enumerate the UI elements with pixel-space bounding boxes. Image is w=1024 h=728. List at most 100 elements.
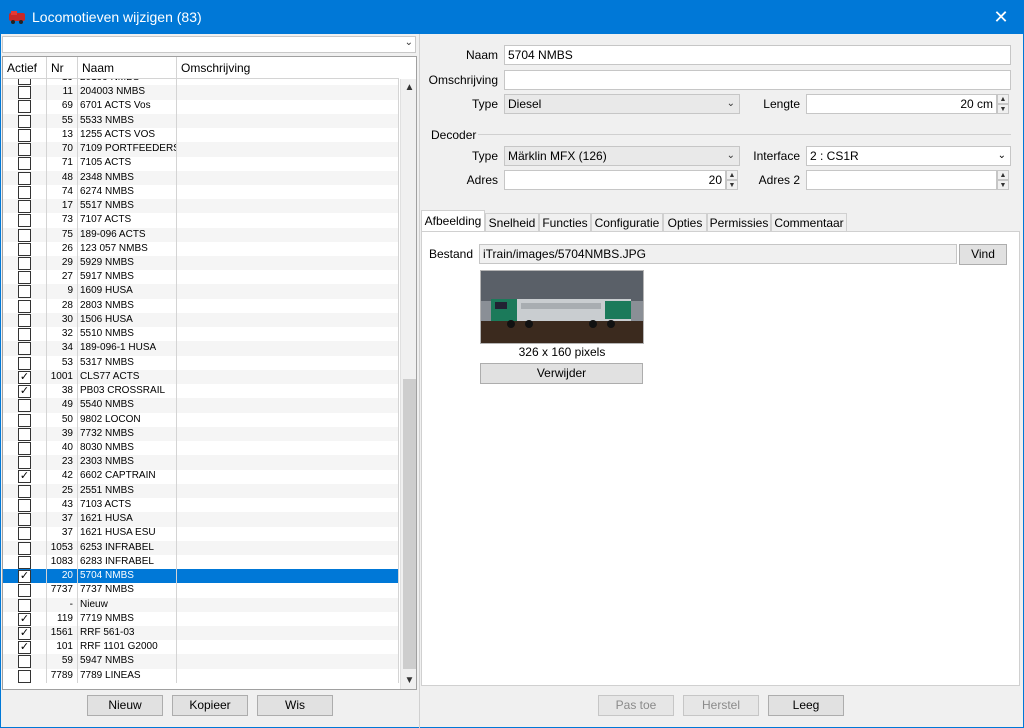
description-input[interactable] [504, 70, 1011, 90]
actief-checkbox[interactable] [18, 498, 31, 512]
table-row[interactable]: 25 2551 NMBS [3, 483, 399, 499]
actief-checkbox[interactable]: ✓ [18, 612, 31, 626]
apply-button[interactable]: Pas toe [598, 695, 674, 716]
actief-checkbox[interactable]: ✓ [18, 641, 31, 655]
table-row[interactable]: 74 6274 NMBS [3, 184, 399, 200]
new-button[interactable]: Nieuw [87, 695, 163, 716]
table-row[interactable]: ✓ 42 6602 CAPTRAIN [3, 469, 399, 484]
actief-checkbox[interactable]: ✓ [18, 626, 31, 640]
tab-configuratie[interactable]: Configuratie [591, 213, 663, 232]
actief-checkbox[interactable] [18, 214, 31, 228]
actief-checkbox[interactable] [18, 143, 31, 157]
table-row[interactable]: 71 7105 ACTS [3, 156, 399, 171]
actief-checkbox[interactable] [18, 114, 31, 128]
table-row[interactable]: 30 1506 HUSA [3, 312, 399, 328]
table-row[interactable]: 26 123 057 NMBS [3, 241, 399, 257]
table-row[interactable]: ✓ 101 RRF 1101 G2000 [3, 640, 399, 655]
table-row[interactable]: 39 7732 NMBS [3, 426, 399, 442]
actief-checkbox[interactable] [18, 313, 31, 327]
table-row[interactable]: - Nieuw [3, 597, 399, 612]
table-row[interactable]: 13 1255 ACTS VOS [3, 127, 399, 143]
actief-checkbox[interactable] [18, 171, 31, 185]
actief-checkbox[interactable] [18, 441, 31, 455]
actief-checkbox[interactable] [18, 299, 31, 313]
remove-image-button[interactable]: Verwijder [480, 363, 643, 384]
table-row[interactable]: 48 2348 NMBS [3, 170, 399, 185]
spinner-down-icon[interactable]: ▼ [997, 180, 1009, 190]
decoder-type-select[interactable]: Märklin MFX (126) ⌄ [504, 146, 740, 166]
table-row[interactable]: 53 5317 NMBS [3, 355, 399, 370]
actief-checkbox[interactable] [18, 285, 31, 299]
length-spinner[interactable]: ▲ ▼ [997, 94, 1009, 114]
actief-checkbox[interactable]: ✓ [18, 470, 31, 484]
actief-checkbox[interactable] [18, 271, 31, 285]
actief-checkbox[interactable] [18, 79, 31, 85]
address2-spinner[interactable]: ▲ ▼ [997, 170, 1009, 190]
tab-opties[interactable]: Opties [663, 213, 707, 232]
table-row[interactable]: ✓ 1001 CLS77 ACTS [3, 369, 399, 385]
actief-checkbox[interactable] [18, 513, 31, 527]
file-path-field[interactable]: iTrain/images/5704NMBS.JPG [479, 244, 957, 264]
table-row[interactable]: 29 5929 NMBS [3, 255, 399, 271]
spinner-up-icon[interactable]: ▲ [997, 94, 1009, 104]
actief-checkbox[interactable] [18, 100, 31, 114]
actief-checkbox[interactable] [18, 555, 31, 569]
table-row[interactable]: ✓ 20 5704 NMBS [3, 569, 399, 584]
address2-input[interactable] [806, 170, 997, 190]
actief-checkbox[interactable] [18, 200, 31, 214]
actief-checkbox[interactable] [18, 669, 31, 683]
tab-permissies[interactable]: Permissies [707, 213, 771, 232]
find-button[interactable]: Vind [959, 244, 1007, 265]
pane-divider[interactable] [419, 34, 420, 728]
tab-functies[interactable]: Functies [539, 213, 591, 232]
actief-checkbox[interactable]: ✓ [18, 385, 31, 399]
table-row[interactable]: 11 204003 NMBS [3, 85, 399, 100]
name-input[interactable]: 5704 NMBS [504, 45, 1011, 65]
spinner-up-icon[interactable]: ▲ [997, 170, 1009, 180]
table-row[interactable]: 23 2303 NMBS [3, 455, 399, 470]
spinner-down-icon[interactable]: ▼ [726, 180, 738, 190]
actief-checkbox[interactable]: ✓ [18, 370, 31, 384]
spinner-up-icon[interactable]: ▲ [726, 170, 738, 180]
actief-checkbox[interactable] [18, 86, 31, 100]
copy-button[interactable]: Kopieer [172, 695, 248, 716]
actief-checkbox[interactable] [18, 655, 31, 669]
actief-checkbox[interactable] [18, 342, 31, 356]
column-header-actief[interactable]: Actief [3, 57, 47, 79]
table-row[interactable]: 59 5947 NMBS [3, 654, 399, 669]
clear-button[interactable]: Leeg [768, 695, 844, 716]
column-header-naam[interactable]: Naam [78, 57, 177, 79]
table-row[interactable]: 7789 7789 LINEAS [3, 668, 399, 684]
actief-checkbox[interactable] [18, 598, 31, 612]
filter-combobox[interactable]: ⌄ [2, 36, 416, 53]
vertical-scrollbar[interactable]: ▲ ▼ [400, 79, 416, 689]
table-row[interactable]: 32 5510 NMBS [3, 327, 399, 342]
table-row[interactable]: 55 5533 NMBS [3, 113, 399, 129]
actief-checkbox[interactable] [18, 228, 31, 242]
address-spinner[interactable]: ▲ ▼ [726, 170, 738, 190]
actief-checkbox[interactable] [18, 256, 31, 270]
actief-checkbox[interactable] [18, 128, 31, 142]
tab-commentaar[interactable]: Commentaar [771, 213, 847, 232]
table-row[interactable]: 49 5540 NMBS [3, 398, 399, 413]
table-row[interactable]: 75 189-096 ACTS [3, 227, 399, 242]
table-row[interactable]: ✓ 119 7719 NMBS [3, 611, 399, 627]
scroll-up-icon[interactable]: ▲ [401, 79, 416, 96]
close-icon[interactable]: ✕ [978, 0, 1024, 34]
scroll-down-icon[interactable]: ▼ [401, 672, 416, 689]
actief-checkbox[interactable] [18, 242, 31, 256]
table-row[interactable]: 1083 6283 INFRABEL [3, 554, 399, 570]
chevron-down-icon[interactable]: ⌄ [405, 37, 413, 48]
actief-checkbox[interactable] [18, 584, 31, 598]
actief-checkbox[interactable] [18, 413, 31, 427]
table-row[interactable]: 27 5917 NMBS [3, 270, 399, 285]
table-row[interactable]: 37 1621 HUSA ESU [3, 526, 399, 541]
scrollbar-thumb[interactable] [403, 379, 416, 669]
actief-checkbox[interactable] [18, 356, 31, 370]
tab-snelheid[interactable]: Snelheid [485, 213, 539, 232]
restore-button[interactable]: Herstel [683, 695, 759, 716]
table-row[interactable]: ✓ 38 PB03 CROSSRAIL [3, 384, 399, 399]
actief-checkbox[interactable] [18, 541, 31, 555]
table-row[interactable]: 34 189-096-1 HUSA [3, 341, 399, 356]
table-row[interactable]: 43 7103 ACTS [3, 497, 399, 513]
